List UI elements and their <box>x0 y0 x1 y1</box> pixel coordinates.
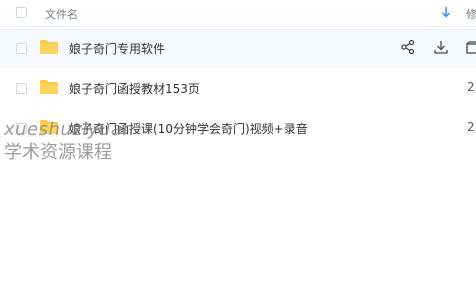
file-row[interactable]: 娘子奇门函授教材153页 2 <box>0 68 476 108</box>
row-checkbox[interactable] <box>16 43 27 54</box>
share-icon[interactable] <box>400 39 416 55</box>
file-name[interactable]: 娘子奇门专用软件 <box>69 40 165 57</box>
folder-icon <box>40 80 58 94</box>
select-all-checkbox[interactable] <box>16 7 27 18</box>
file-list-header: 文件名 修 <box>0 0 476 27</box>
file-row[interactable]: 娘子奇门函授课(10分钟学会奇门)视频+录音 2 <box>0 108 476 148</box>
file-name[interactable]: 娘子奇门函授教材153页 <box>69 80 200 97</box>
more-actions-icon[interactable] <box>465 39 476 55</box>
row-checkbox[interactable] <box>16 123 27 134</box>
folder-icon <box>40 120 58 134</box>
file-modified: 2 <box>467 120 475 134</box>
sort-down-icon[interactable] <box>441 4 451 20</box>
file-name[interactable]: 娘子奇门函授课(10分钟学会奇门)视频+录音 <box>69 120 308 137</box>
folder-icon <box>40 40 58 54</box>
file-row[interactable]: 娘子奇门专用软件 <box>0 28 476 68</box>
file-list-panel: 文件名 修 娘子奇门专用软件 娘子奇门函授教材153页 2 娘子奇门函授课(10… <box>0 0 476 283</box>
column-header-modified[interactable]: 修 <box>466 6 476 22</box>
column-header-filename[interactable]: 文件名 <box>45 6 78 22</box>
file-modified: 2 <box>467 80 475 94</box>
download-icon[interactable] <box>433 39 449 55</box>
row-checkbox[interactable] <box>16 83 27 94</box>
